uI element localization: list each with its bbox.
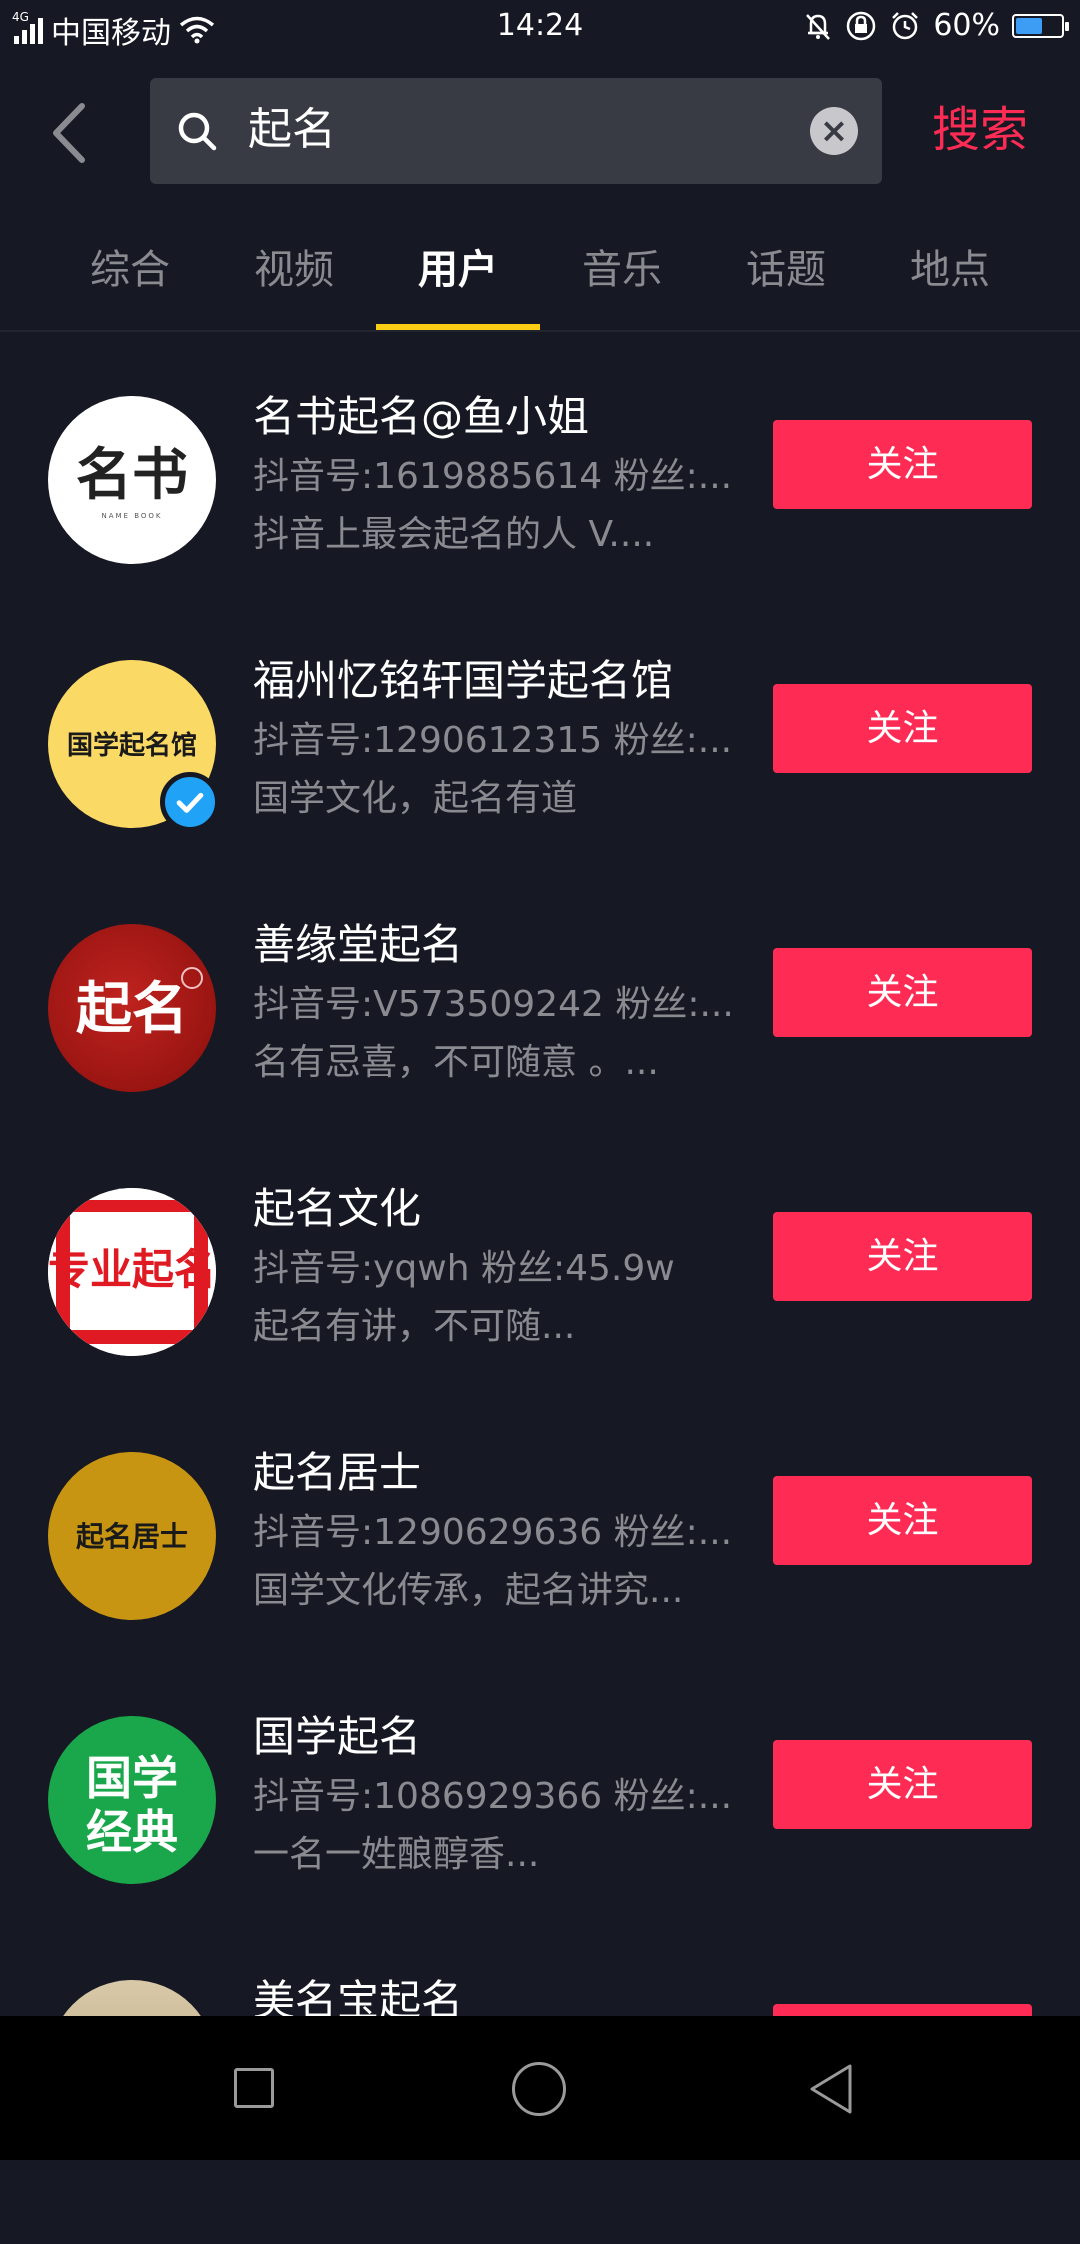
user-name[interactable]: 起名文化 [253, 1180, 421, 1238]
tab-videos[interactable]: 视频 [212, 240, 376, 300]
user-bio: 国学文化传承，起名讲究... [253, 1570, 684, 1611]
follow-button[interactable]: 关注 [773, 948, 1032, 1037]
user-bio: 国学文化，起名有道 [253, 778, 578, 819]
user-name[interactable]: 起名居士 [253, 1444, 421, 1502]
verified-badge-icon [160, 772, 220, 832]
svg-text:起名: 起名 [76, 976, 188, 1042]
user-row[interactable]: 起名 善缘堂起名 抖音号:V573509242 粉丝:... 名有忌喜，不可随意… [0, 920, 1080, 1188]
avatar[interactable]: 起名 [48, 924, 216, 1092]
user-id-followers: 抖音号:1290629636 粉丝:... [253, 1512, 733, 1553]
rotation-lock-icon [847, 11, 876, 40]
follow-button[interactable]: 关注 [773, 1476, 1032, 1565]
avatar-logo-guoxue-jingdian: 国学 经典 [86, 1751, 178, 1859]
user-name[interactable]: 福州忆铭轩国学起名馆 [253, 652, 673, 710]
svg-text:名书: 名书 [76, 442, 188, 508]
system-navigation-bar [0, 2016, 1080, 2160]
avatar[interactable]: 国学 经典 [48, 1716, 216, 1884]
svg-text:专业起名: 专业起名 [48, 1245, 216, 1294]
avatar[interactable]: 专业起名 [48, 1188, 216, 1356]
svg-text:经典: 经典 [86, 1805, 178, 1859]
battery-icon [1012, 13, 1069, 38]
user-name[interactable]: 名书起名@鱼小姐 [253, 388, 589, 446]
avatar[interactable]: 起名居士 [48, 1452, 216, 1620]
search-input[interactable]: 起名 × [150, 78, 882, 184]
home-icon[interactable] [512, 2062, 566, 2116]
user-bio: 名有忌喜，不可随意 。... [253, 1042, 659, 1083]
avatar-logo-qiming-jushi: 起名居士 [76, 1520, 188, 1553]
battery-level [1016, 17, 1042, 34]
svg-text:NAME BOOK: NAME BOOK [101, 512, 162, 520]
user-row[interactable]: 起名居士 起名居士 抖音号:1290629636 粉丝:... 国学文化传承，起… [0, 1448, 1080, 1716]
clear-search-icon[interactable]: × [810, 107, 858, 155]
follow-button[interactable]: 关注 [773, 420, 1032, 509]
alarm-clock-icon [892, 11, 919, 39]
tab-places[interactable]: 地点 [868, 240, 1032, 300]
recent-apps-icon[interactable] [234, 2068, 274, 2108]
back-triangle-icon[interactable] [806, 2062, 858, 2116]
user-row[interactable]: 国学 经典 国学起名 抖音号:1086929366 粉丝:... 一名一姓酿醇香… [0, 1712, 1080, 1980]
tab-topics[interactable]: 话题 [704, 240, 868, 300]
user-id-followers: 抖音号:1619885614 粉丝:... [253, 456, 733, 497]
tab-comprehensive[interactable]: 综合 [48, 240, 212, 300]
tab-users[interactable]: 用户 [376, 240, 540, 300]
svg-text:国学起名馆: 国学起名馆 [67, 730, 197, 761]
user-id-followers: 抖音号:V573509242 粉丝:... [253, 984, 734, 1025]
avatar-logo-qiming-red: 起名 [76, 967, 203, 1042]
mute-bell-icon [806, 13, 831, 40]
status-right: 60% [803, 8, 1069, 43]
user-bio: 一名一姓酿醇香... [253, 1834, 540, 1875]
user-row[interactable]: 国学起名馆 福州忆铭轩国学起名馆 抖音号:1290612315 粉丝:... 国… [0, 656, 1080, 924]
follow-button[interactable]: 关注 [773, 1212, 1032, 1301]
search-icon [178, 112, 217, 151]
status-bar: 4G 中国移动 14:24 60% [0, 0, 1080, 52]
svg-text:起名居士: 起名居士 [76, 1520, 188, 1553]
user-id-followers: 抖音号:1086929366 粉丝:... [253, 1776, 733, 1817]
follow-button[interactable]: 关注 [773, 1740, 1032, 1829]
divider [0, 330, 1080, 332]
user-row[interactable]: 专业起名 起名文化 抖音号:yqwh 粉丝:45.9w 起名有讲，不可随... … [0, 1184, 1080, 1452]
avatar[interactable]: 名书 NAME BOOK [48, 396, 216, 564]
user-bio: 抖音上最会起名的人 V.... [253, 514, 655, 555]
avatar-logo-mingshu: 名书 NAME BOOK [76, 442, 188, 520]
back-arrow-icon[interactable] [44, 100, 96, 166]
user-name[interactable]: 国学起名 [253, 1708, 421, 1766]
user-row[interactable]: 名书 NAME BOOK 名书起名@鱼小姐 抖音号:1619885614 粉丝:… [0, 392, 1080, 660]
search-query-text[interactable]: 起名 [248, 100, 336, 160]
battery-percent: 60% [933, 8, 1000, 43]
avatar-logo-zhuanye-qiming-seal: 专业起名 [48, 1188, 216, 1356]
search-result-tabs: 综合 视频 用户 音乐 话题 地点 [0, 230, 1080, 330]
user-bio: 起名有讲，不可随... [253, 1306, 576, 1347]
search-button[interactable]: 搜索 [932, 98, 1028, 162]
user-name[interactable]: 善缘堂起名 [253, 916, 463, 974]
tab-music[interactable]: 音乐 [540, 240, 704, 300]
follow-button[interactable]: 关注 [773, 684, 1032, 773]
user-id-followers: 抖音号:yqwh 粉丝:45.9w [253, 1248, 675, 1289]
user-id-followers: 抖音号:1290612315 粉丝:... [253, 720, 733, 761]
svg-text:国学: 国学 [86, 1751, 178, 1805]
